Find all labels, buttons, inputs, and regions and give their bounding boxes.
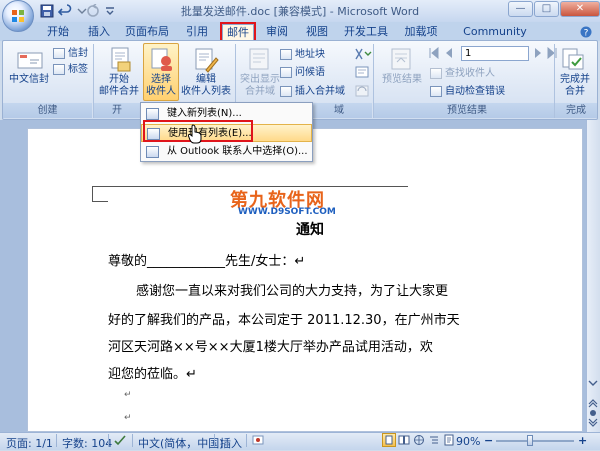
document-line: 感谢您一直以来对我们公司的大力支持，为了让大家更 bbox=[136, 284, 449, 299]
labels-button[interactable]: 标签 bbox=[53, 62, 88, 77]
tab-home[interactable]: 开始 bbox=[40, 24, 76, 40]
edit-recipient-list-button[interactable]: 编辑 收件人列表 bbox=[180, 74, 232, 98]
first-record-icon[interactable] bbox=[428, 47, 440, 59]
select-recipients-icon bbox=[151, 48, 172, 71]
insert-merge-field-icon bbox=[280, 85, 292, 97]
document-line: 河区天河路××号××大厦1楼大厅举办产品试用活动，欢 bbox=[108, 340, 433, 355]
group-label-preview: 预览结果 bbox=[374, 103, 560, 118]
zoom-slider-track[interactable] bbox=[496, 440, 574, 442]
tab-page-layout[interactable]: 页面布局 bbox=[120, 24, 174, 40]
envelopes-button[interactable]: 信封 bbox=[53, 46, 88, 61]
word-count[interactable]: 字数: 104 bbox=[62, 435, 112, 451]
hand-cursor-icon bbox=[188, 124, 202, 144]
start-mail-merge-button[interactable]: 开始 邮件合并 bbox=[96, 74, 142, 98]
tab-review[interactable]: 审阅 bbox=[262, 24, 292, 40]
document-line: 尊敬的____________先生/女士：↵ bbox=[108, 254, 306, 269]
tab-view[interactable]: 视图 bbox=[302, 24, 332, 40]
web-layout-icon[interactable] bbox=[413, 434, 425, 446]
scroll-down-icon[interactable] bbox=[588, 378, 598, 388]
document-line: 迎您的莅临。↵ bbox=[108, 367, 197, 382]
outlook-contacts-icon bbox=[146, 146, 159, 158]
greeting-line-icon bbox=[280, 66, 292, 78]
close-button[interactable]: ✕ bbox=[560, 1, 600, 17]
insert-merge-field-button[interactable]: 插入合并域 bbox=[280, 84, 345, 99]
page-count[interactable]: 页面: 1/1 bbox=[6, 435, 53, 451]
header-corner-mark bbox=[92, 186, 93, 202]
start-mail-merge-icon bbox=[111, 47, 131, 72]
chinese-envelope-icon bbox=[17, 52, 43, 69]
paragraph-mark: ↵ bbox=[124, 413, 132, 423]
status-separator bbox=[132, 434, 133, 447]
check-errors-icon bbox=[430, 85, 442, 97]
macro-record-icon[interactable] bbox=[252, 434, 264, 446]
watermark-url: WWW.D9SOFT.COM bbox=[238, 207, 336, 217]
office-logo-icon bbox=[12, 10, 24, 22]
draft-view-icon[interactable] bbox=[443, 434, 455, 446]
new-list-icon bbox=[146, 108, 159, 120]
previous-page-icon[interactable] bbox=[588, 398, 598, 408]
help-icon[interactable]: ? bbox=[580, 26, 592, 38]
print-layout-icon bbox=[385, 435, 393, 445]
record-number-input[interactable]: 1 bbox=[461, 46, 529, 61]
preview-results-icon bbox=[391, 48, 411, 70]
match-fields-icon[interactable] bbox=[354, 65, 372, 79]
next-record-icon[interactable] bbox=[532, 47, 544, 59]
highlight-merge-fields-button[interactable]: 突出显示 合并域 bbox=[236, 74, 284, 98]
tab-insert[interactable]: 插入 bbox=[84, 24, 114, 40]
find-recipient-icon bbox=[430, 67, 442, 79]
highlight-merge-fields-icon bbox=[249, 48, 269, 70]
zoom-out-button[interactable]: − bbox=[484, 434, 493, 447]
select-recipients-label: 选择 收件人 bbox=[146, 74, 176, 97]
status-separator bbox=[246, 434, 247, 447]
minimize-button[interactable]: — bbox=[508, 1, 533, 17]
menu-item-outlook-contacts[interactable]: 从 Outlook 联系人中选择(O)... bbox=[141, 143, 312, 161]
zoom-level[interactable]: 90% bbox=[456, 435, 480, 448]
select-browse-object-icon[interactable] bbox=[588, 408, 598, 418]
group-label-create: 创建 bbox=[3, 103, 92, 118]
last-record-icon[interactable] bbox=[546, 47, 558, 59]
status-separator bbox=[56, 434, 57, 447]
next-page-icon[interactable] bbox=[588, 418, 598, 428]
envelope-icon bbox=[53, 47, 65, 59]
auto-check-errors-button[interactable]: 自动检查错误 bbox=[430, 84, 505, 99]
edit-recipient-list-icon bbox=[195, 48, 219, 73]
tab-references[interactable]: 引用 bbox=[180, 24, 214, 40]
document-line: 好的了解我们的产品，本公司定于 2011.12.30，在广州市天 bbox=[108, 313, 460, 328]
status-separator bbox=[214, 434, 215, 447]
chinese-envelope-button[interactable]: 中文信封 bbox=[4, 74, 54, 86]
svg-text:?: ? bbox=[584, 29, 589, 39]
full-screen-reading-icon[interactable] bbox=[398, 434, 410, 446]
mailings-tab-highlight bbox=[220, 22, 256, 42]
tab-community-clips[interactable]: Community Clips bbox=[450, 24, 540, 54]
header-corner-mark bbox=[92, 201, 108, 202]
rules-icon[interactable] bbox=[354, 47, 372, 61]
previous-record-icon[interactable] bbox=[443, 47, 455, 59]
language-indicator[interactable]: 中文(简体，中国) bbox=[138, 435, 224, 451]
labels-icon bbox=[53, 63, 65, 75]
office-button[interactable] bbox=[2, 0, 34, 32]
greeting-line-button[interactable]: 问候语 bbox=[280, 65, 325, 80]
find-recipient-button[interactable]: 查找收件人 bbox=[430, 66, 495, 81]
tab-addins[interactable]: 加载项 bbox=[400, 24, 442, 40]
zoom-slider-thumb[interactable] bbox=[527, 435, 533, 446]
group-label-finish: 完成 bbox=[555, 103, 597, 118]
maximize-button[interactable]: □ bbox=[534, 1, 559, 17]
status-separator bbox=[108, 434, 109, 447]
finish-merge-button[interactable]: 完成并 合并 bbox=[555, 74, 595, 98]
update-labels-icon[interactable] bbox=[354, 84, 372, 98]
zoom-in-button[interactable]: + bbox=[578, 434, 587, 447]
insert-mode-indicator[interactable]: 插入 bbox=[220, 435, 242, 451]
preview-results-button[interactable]: 预览结果 bbox=[376, 74, 428, 86]
document-heading: 通知 bbox=[296, 222, 324, 238]
proofing-icon[interactable] bbox=[113, 434, 127, 447]
address-block-icon bbox=[280, 48, 292, 60]
finish-merge-icon bbox=[562, 48, 584, 70]
paragraph-mark: ↵ bbox=[124, 390, 132, 400]
address-block-button[interactable]: 地址块 bbox=[280, 47, 325, 62]
outline-view-icon[interactable] bbox=[428, 434, 440, 446]
tab-developer[interactable]: 开发工具 bbox=[340, 24, 392, 40]
